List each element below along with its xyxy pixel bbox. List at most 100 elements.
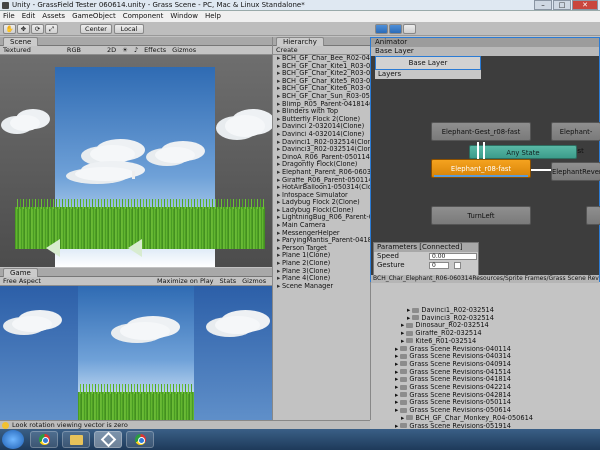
hierarchy-item[interactable]: ▸HotAirBalloon1-050314(Clone) [277, 184, 370, 192]
project-folder[interactable]: ▸ Davinci1_R02-032514 [389, 307, 599, 315]
hierarchy-item[interactable]: ▸ MessengerHelper [277, 230, 370, 238]
render-mode-dropdown[interactable]: RGB [67, 46, 81, 54]
hierarchy-item[interactable]: ▸ Blinders with Top [277, 108, 370, 116]
hierarchy-item[interactable]: ▸ParyingMantis_Parent-041814 [277, 237, 370, 245]
project-folder[interactable]: ▸ Giraffe_R02-032514 [389, 330, 599, 338]
pivot-center-button[interactable]: Center [80, 24, 112, 34]
play-button[interactable] [375, 24, 388, 34]
menu-edit[interactable]: Edit [22, 11, 36, 22]
hierarchy-item[interactable]: ▸ Scene Manager [277, 283, 370, 291]
project-folder[interactable]: ▸ Grass Scene Revisions-042814 [389, 392, 599, 400]
param-gesture-field[interactable]: 0 [429, 262, 449, 269]
hierarchy-item[interactable]: ▸ Davinci 2-032014(Clone) [277, 123, 370, 131]
project-folder[interactable]: ▸ Davinci3_R02-032514 [389, 315, 599, 323]
hierarchy-item[interactable]: ▸ BCH_GF_Char_Kite6_R03-04 [277, 85, 370, 93]
pause-button[interactable] [389, 24, 402, 34]
tab-game[interactable]: Game [3, 268, 38, 277]
effects-dropdown[interactable]: Effects [144, 46, 166, 54]
menu-window[interactable]: Window [170, 11, 198, 22]
project-folder[interactable]: ▸ BCH_GF_Char_Monkey_R04-050614 [389, 415, 599, 423]
stats-toggle[interactable]: Stats [220, 277, 237, 285]
breadcrumb-base-layer[interactable]: Base Layer [375, 47, 414, 55]
hierarchy-item[interactable]: ▸ Ladybug Flock 2(Clone) [277, 199, 370, 207]
hierarchy-item[interactable]: ▸ Blimp_R05_Parent-041814(C [277, 101, 370, 109]
aspect-dropdown[interactable]: Free Aspect [3, 277, 41, 285]
project-folder[interactable]: ▸ Grass Scene Revisions-050114 [389, 399, 599, 407]
game-viewport[interactable] [0, 286, 272, 420]
move-tool-icon[interactable]: ✥ [17, 24, 30, 34]
hierarchy-item[interactable]: ▸Giraffe_R06_Parent-050114(Cl [277, 177, 370, 185]
animator-titlebar[interactable]: Animator [371, 38, 599, 47]
param-speed-field[interactable]: 0.00 [429, 253, 477, 260]
shading-dropdown[interactable]: Textured [3, 46, 31, 54]
state-elephant-gest-fast[interactable]: Elephant-Gest_r08-fast [431, 122, 531, 141]
state-turn-left[interactable]: TurnLeft [431, 206, 531, 225]
menu-help[interactable]: Help [205, 11, 221, 22]
scene-viewport[interactable] [0, 55, 272, 267]
hierarchy-item[interactable]: ▸ LightningBug_R06_Parent-05 [277, 214, 370, 222]
hierarchy-item[interactable]: ▸ BCH_GF_Char_Kite5_R03-04 [277, 78, 370, 86]
rotate-tool-icon[interactable]: ⟳ [31, 24, 44, 34]
state-elephant-reverse[interactable]: ElephantRever [551, 162, 600, 181]
menu-file[interactable]: File [3, 11, 15, 22]
taskbar-explorer[interactable] [62, 431, 90, 448]
hierarchy-item[interactable]: ▸ Person Target [277, 245, 370, 253]
project-folder[interactable]: ▸ Grass Scene Revisions-040114 [389, 346, 599, 354]
taskbar-unity[interactable] [94, 431, 122, 448]
project-folder[interactable]: ▸ Grass Scene Revisions-041814 [389, 376, 599, 384]
hierarchy-item[interactable]: ▸ Plane 2(Clone) [277, 260, 370, 268]
project-folder[interactable]: ▸ Kite6_R01-032514 [389, 338, 599, 346]
close-button[interactable]: ✕ [572, 0, 598, 10]
taskbar-chrome-2[interactable] [126, 431, 154, 448]
project-folder[interactable]: ▸ Grass Scene Revisions-041514 [389, 369, 599, 377]
tab-scene[interactable]: Scene [3, 37, 39, 46]
hand-tool-icon[interactable]: ✋ [3, 24, 16, 34]
game-gizmos-dropdown[interactable]: Gizmos [242, 277, 266, 285]
menu-gameobject[interactable]: GameObject [72, 11, 116, 22]
layer-row-base[interactable]: Base Layer [375, 56, 481, 70]
state-offscreen[interactable] [586, 206, 600, 225]
hierarchy-item[interactable]: ▸ Main Camera [277, 222, 370, 230]
audio-toggle-icon[interactable]: ♪ [134, 46, 138, 54]
hierarchy-item[interactable]: ▸ DinoA_R06_Parent-050114(Cl [277, 154, 370, 162]
hierarchy-item[interactable]: ▸ Davinci 4-032014(Clone) [277, 131, 370, 139]
start-button[interactable] [2, 430, 24, 449]
hierarchy-create-dropdown[interactable]: Create [276, 46, 298, 54]
project-folder[interactable]: ▸ Grass Scene Revisions-050614 [389, 407, 599, 415]
tab-hierarchy[interactable]: Hierarchy [276, 37, 324, 46]
project-folder[interactable]: ▸ Grass Scene Revisions-040914 [389, 361, 599, 369]
hierarchy-item[interactable]: ▸ Plane 1(Clone) [277, 252, 370, 260]
param-gesture-checkbox[interactable] [454, 262, 461, 269]
state-any-state[interactable]: Any State [469, 145, 577, 159]
state-elephant-gest[interactable]: Elephant-Gest [551, 122, 600, 155]
hierarchy-item[interactable]: ▸Elephant_Parent_R06-060314( [277, 169, 370, 177]
hierarchy-item[interactable]: ▸ Infospace Simulator [277, 192, 370, 200]
mode-2d-toggle[interactable]: 2D [107, 46, 116, 54]
taskbar-chrome[interactable] [30, 431, 58, 448]
hierarchy-item[interactable]: ▸ BCH_GF_Char_Bee_R02-0406 [277, 55, 370, 63]
pivot-local-button[interactable]: Local [114, 24, 144, 34]
scene-gizmos-dropdown[interactable]: Gizmos [172, 46, 196, 54]
project-folder[interactable]: ▸ Grass Scene Revisions-042214 [389, 384, 599, 392]
hierarchy-item[interactable]: ▸ Plane 4(Clone) [277, 275, 370, 283]
project-folder[interactable]: ▸ Dinosaur_R02-032514 [389, 322, 599, 330]
hierarchy-item[interactable]: ▸ BCH_GF_Char_Sun_R03-0501 [277, 93, 370, 101]
hierarchy-item[interactable]: ▸ Ladybug Flock(Clone) [277, 207, 370, 215]
menu-component[interactable]: Component [123, 11, 164, 22]
scale-tool-icon[interactable]: ⤢ [45, 24, 58, 34]
hierarchy-item[interactable]: ▸ Butterfly Flock 2(Clone) [277, 116, 370, 124]
lighting-toggle-icon[interactable]: ☀ [122, 46, 128, 54]
menu-assets[interactable]: Assets [42, 11, 65, 22]
hierarchy-item[interactable]: ▸ Davinci3_R02-032514(Clone) [277, 146, 370, 154]
hierarchy-item[interactable]: ▸ BCH_GF_Char_Kite2_R03-04 [277, 70, 370, 78]
hierarchy-item[interactable]: ▸ Dragonfly Flock(Clone) [277, 161, 370, 169]
hierarchy-item[interactable]: ▸ Davinci1_R02-032514(Clone) [277, 139, 370, 147]
hierarchy-item[interactable]: ▸ Plane 3(Clone) [277, 268, 370, 276]
hierarchy-item[interactable]: ▸ BCH_GF_Char_Kite1_R03-04 [277, 63, 370, 71]
tab-animator[interactable]: Animator [375, 38, 407, 46]
maximize-on-play-toggle[interactable]: Maximize on Play [157, 277, 214, 285]
console-status-bar[interactable]: Look rotation viewing vector is zero [0, 420, 370, 429]
maximize-button[interactable]: □ [553, 0, 571, 10]
minimize-button[interactable]: – [534, 0, 552, 10]
step-button[interactable] [403, 24, 416, 34]
